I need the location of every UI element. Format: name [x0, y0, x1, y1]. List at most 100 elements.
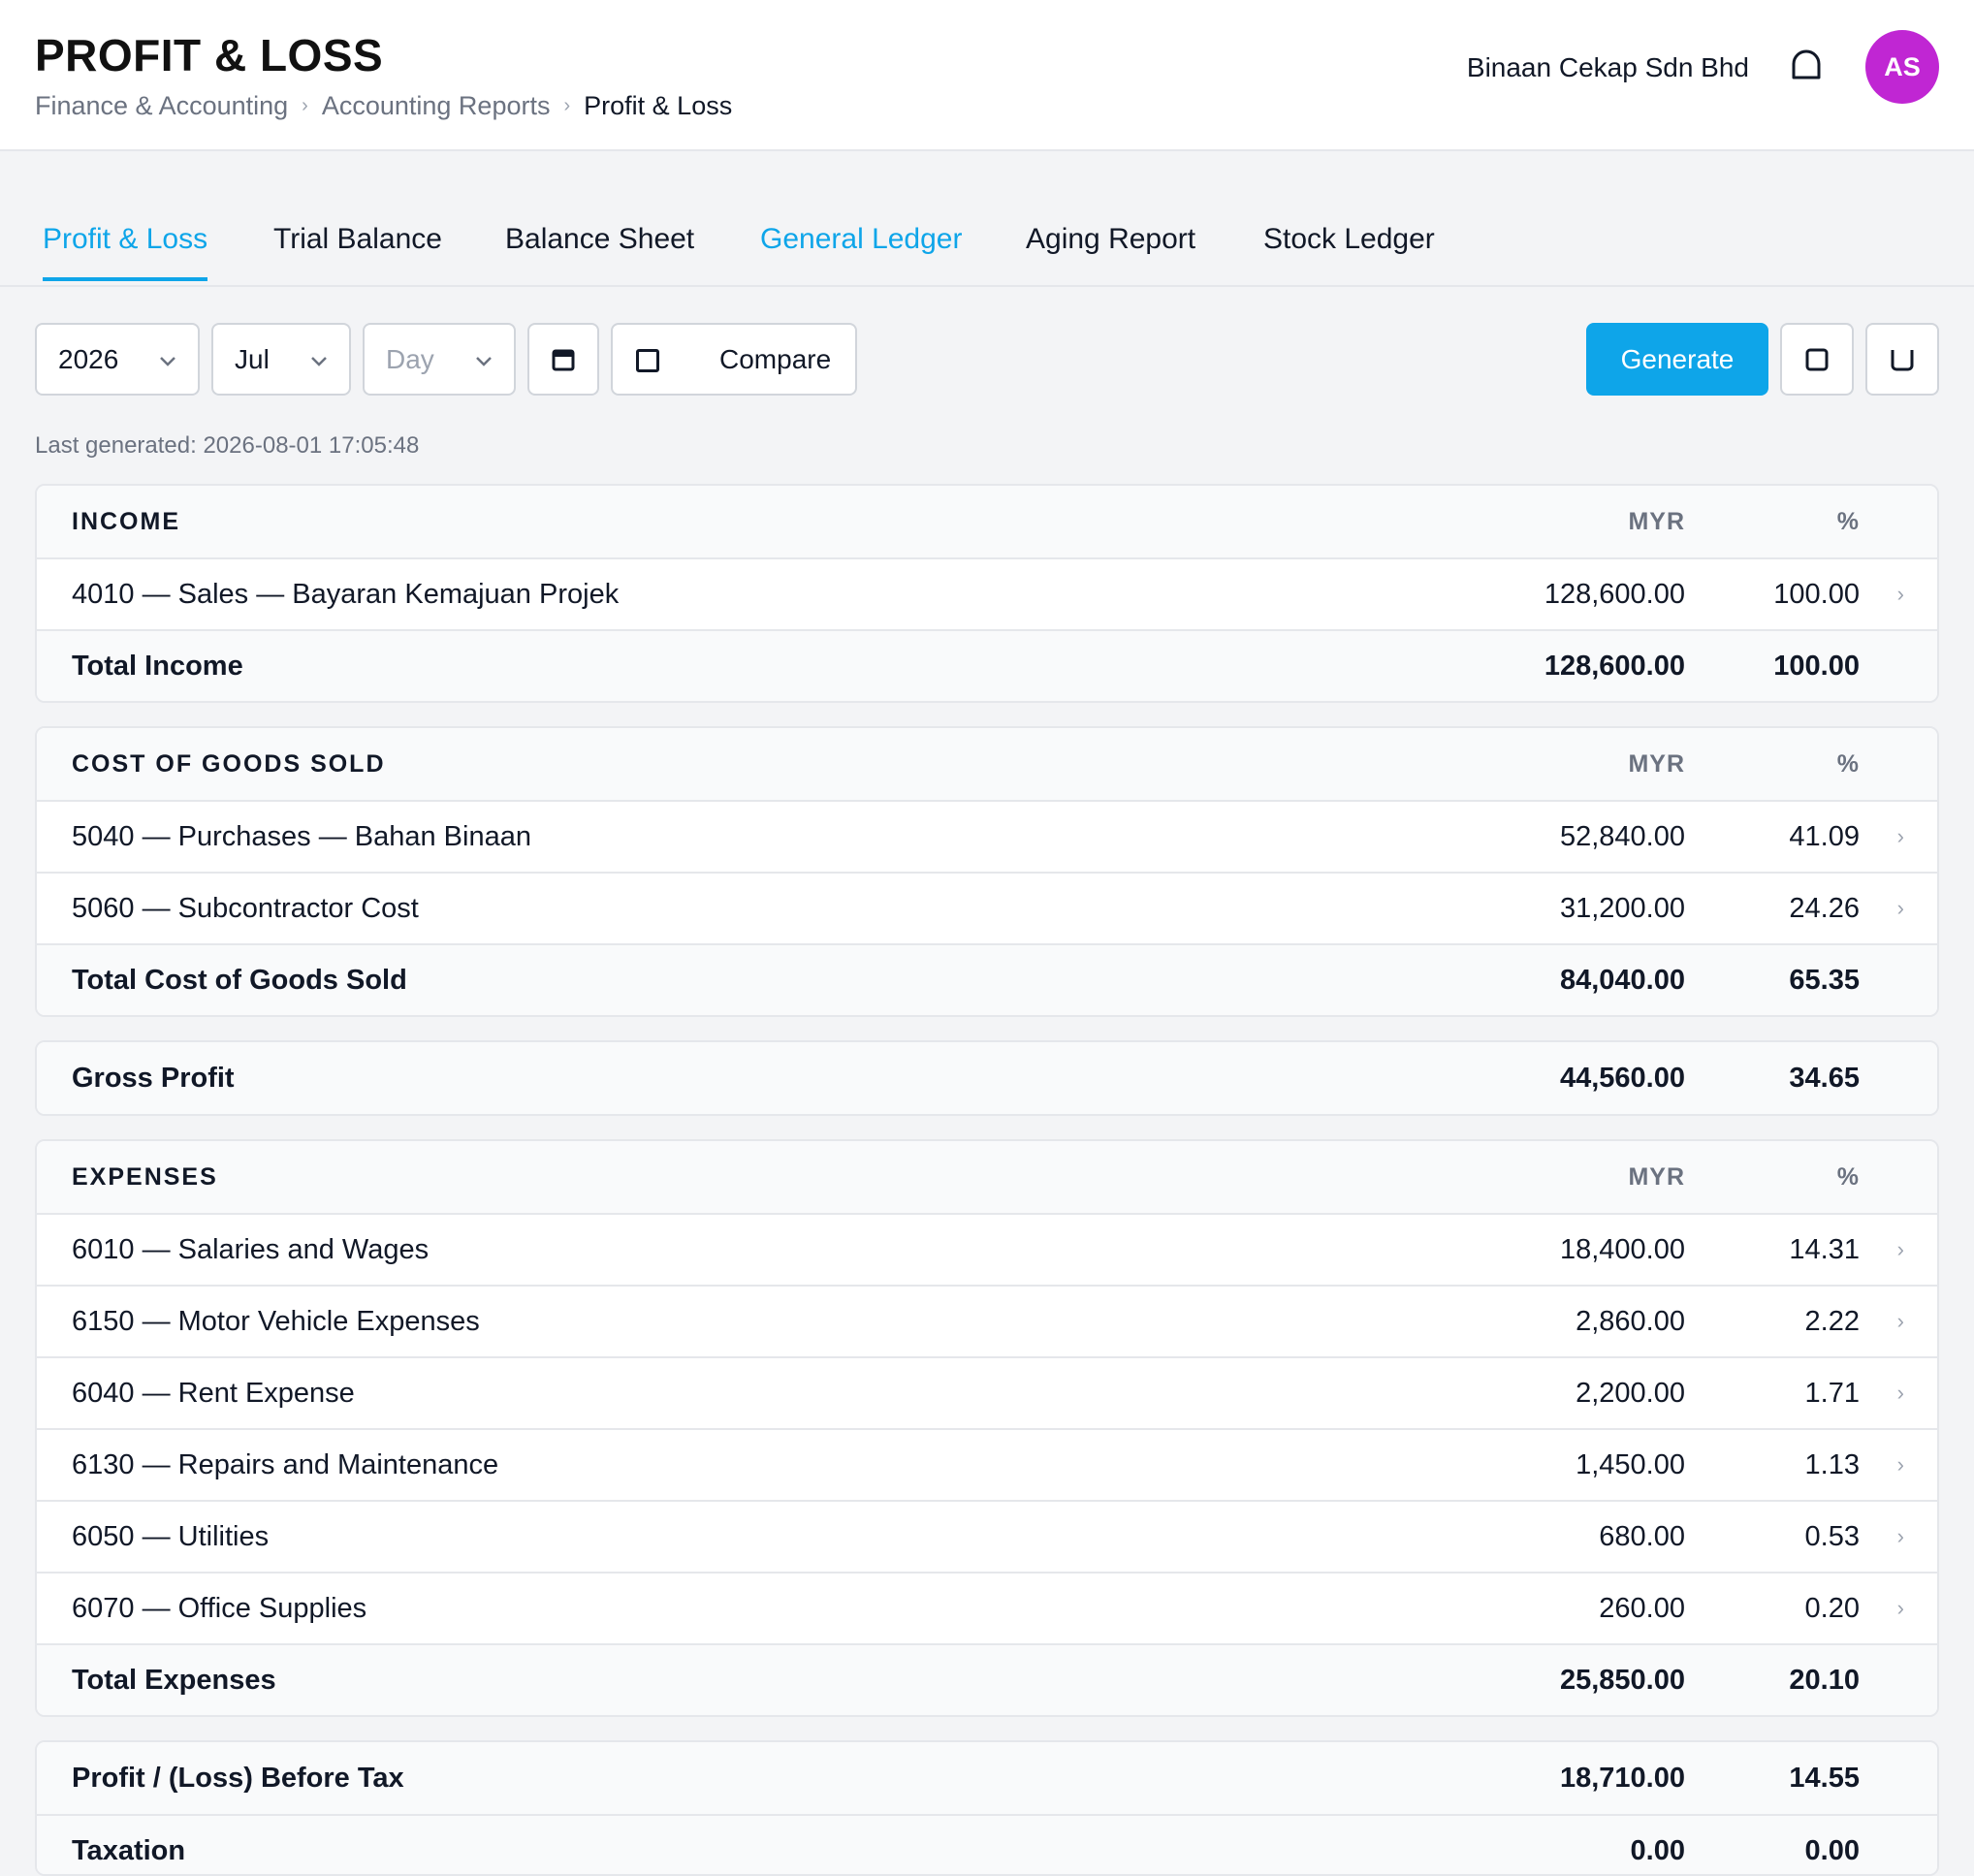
generate-button[interactable]: Generate	[1586, 323, 1768, 396]
column-header-amount: MYR	[1628, 1162, 1685, 1191]
table-row[interactable]: 6150 — Motor Vehicle Expenses 2,860.00 2…	[37, 1285, 1937, 1356]
chevron-down-icon	[160, 357, 175, 366]
profit-before-tax-section: Profit / (Loss) Before Tax 18,710.00 14.…	[35, 1740, 1939, 1876]
total-row: Total Cost of Goods Sold 84,040.00 65.35	[37, 943, 1937, 1015]
account-label: 6070 — Office Supplies	[72, 1592, 367, 1624]
percent-cell: 2.22	[1804, 1305, 1860, 1337]
day-select[interactable]: Day	[363, 323, 516, 396]
checkbox-icon[interactable]	[636, 349, 659, 372]
chevron-right-icon[interactable]: ›	[1897, 1237, 1904, 1262]
percent-cell: 0.20	[1804, 1592, 1860, 1624]
compare-label: Compare	[719, 343, 832, 374]
chevron-right-icon[interactable]: ›	[1897, 582, 1904, 607]
column-header-amount: MYR	[1628, 507, 1685, 535]
total-percent: 65.35	[1789, 964, 1860, 996]
chevron-right-icon[interactable]: ›	[1897, 1452, 1904, 1478]
table-row[interactable]: 6040 — Rent Expense 2,200.00 1.71 ›	[37, 1356, 1937, 1428]
table-row[interactable]: 6050 — Utilities 680.00 0.53 ›	[37, 1500, 1937, 1572]
taxation-label: Taxation	[72, 1834, 186, 1866]
chevron-right-icon[interactable]: ›	[1897, 1309, 1904, 1334]
bell-icon[interactable]	[1790, 48, 1823, 83]
month-select[interactable]: Jul	[211, 323, 351, 396]
account-label: 6050 — Utilities	[72, 1520, 270, 1552]
total-amount: 25,850.00	[1559, 1664, 1685, 1696]
breadcrumb: Finance & Accounting › Accounting Report…	[35, 91, 732, 121]
breadcrumb-item-current: Profit & Loss	[584, 91, 733, 120]
total-label: Total Expenses	[72, 1664, 276, 1696]
profit-before-tax-label: Profit / (Loss) Before Tax	[72, 1762, 404, 1794]
section-header: EXPENSES MYR %	[37, 1141, 1937, 1213]
account-label: 5040 — Purchases — Bahan Binaan	[72, 820, 531, 852]
taxation-percent: 0.00	[1804, 1834, 1860, 1866]
calendar-icon	[552, 349, 575, 370]
amount-cell: 18,400.00	[1559, 1233, 1685, 1265]
amount-cell: 260.00	[1599, 1592, 1685, 1624]
amount-cell: 2,200.00	[1576, 1377, 1685, 1409]
percent-cell: 14.31	[1789, 1233, 1860, 1265]
chevron-down-icon	[311, 357, 327, 366]
table-row[interactable]: 6070 — Office Supplies 260.00 0.20 ›	[37, 1572, 1937, 1643]
breadcrumb-item-finance[interactable]: Finance & Accounting	[35, 91, 288, 121]
table-row[interactable]: 5060 — Subcontractor Cost 31,200.00 24.2…	[37, 872, 1937, 943]
print-button[interactable]	[1865, 323, 1939, 396]
year-select[interactable]: 2026	[35, 323, 200, 396]
table-row[interactable]: 4010 — Sales — Bayaran Kemajuan Projek 1…	[37, 557, 1937, 629]
column-header-amount: MYR	[1628, 749, 1685, 778]
gross-profit-amount: 44,560.00	[1559, 1062, 1685, 1094]
chevron-right-icon[interactable]: ›	[1897, 896, 1904, 921]
tab-general-ledger[interactable]: General Ledger	[760, 223, 962, 277]
tab-balance-sheet[interactable]: Balance Sheet	[505, 223, 694, 277]
breadcrumb-separator-icon: ›	[563, 95, 571, 116]
tab-trial-balance[interactable]: Trial Balance	[273, 223, 442, 277]
section-header: INCOME MYR %	[37, 486, 1937, 557]
square-icon	[1805, 348, 1829, 370]
tab-aging-report[interactable]: Aging Report	[1026, 223, 1195, 277]
column-header-percent: %	[1836, 749, 1860, 778]
table-row[interactable]: 5040 — Purchases — Bahan Binaan 52,840.0…	[37, 800, 1937, 872]
amount-cell: 52,840.00	[1559, 820, 1685, 852]
total-percent: 100.00	[1773, 650, 1860, 682]
amount-cell: 31,200.00	[1559, 892, 1685, 924]
month-value: Jul	[235, 343, 270, 374]
chevron-right-icon[interactable]: ›	[1897, 1524, 1904, 1549]
total-label: Total Cost of Goods Sold	[72, 964, 407, 996]
percent-cell: 24.26	[1789, 892, 1860, 924]
tab-profit-loss[interactable]: Profit & Loss	[43, 223, 208, 281]
breadcrumb-item-reports[interactable]: Accounting Reports	[322, 91, 551, 121]
chevron-right-icon[interactable]: ›	[1897, 824, 1904, 849]
compare-toggle[interactable]: Compare	[611, 323, 857, 396]
section-heading: EXPENSES	[72, 1162, 218, 1191]
section-heading: COST OF GOODS SOLD	[72, 749, 386, 778]
cogs-section: COST OF GOODS SOLD MYR % 5040 — Purchase…	[35, 726, 1939, 1017]
date-picker-button[interactable]	[527, 323, 599, 396]
total-label: Total Income	[72, 650, 243, 682]
account-label: 6010 — Salaries and Wages	[72, 1233, 430, 1265]
export-button[interactable]	[1780, 323, 1854, 396]
total-percent: 20.10	[1789, 1664, 1860, 1696]
app-header: PROFIT & LOSS Finance & Accounting › Acc…	[0, 0, 1974, 151]
tray-icon	[1891, 349, 1914, 370]
tab-stock-ledger[interactable]: Stock Ledger	[1263, 223, 1435, 277]
gross-profit-section: Gross Profit 44,560.00 34.65	[35, 1040, 1939, 1116]
year-value: 2026	[58, 343, 119, 374]
avatar[interactable]: AS	[1865, 30, 1939, 104]
taxation-amount: 0.00	[1630, 1834, 1685, 1866]
report-tabs: Profit & Loss Trial Balance Balance Shee…	[0, 151, 1974, 287]
amount-cell: 128,600.00	[1544, 578, 1685, 610]
gross-profit-label: Gross Profit	[72, 1062, 235, 1094]
total-row: Total Expenses 25,850.00 20.10	[37, 1643, 1937, 1715]
chevron-right-icon[interactable]: ›	[1897, 1596, 1904, 1621]
chevron-right-icon[interactable]: ›	[1897, 1381, 1904, 1406]
account-label: 6130 — Repairs and Maintenance	[72, 1448, 499, 1480]
total-amount: 84,040.00	[1559, 964, 1685, 996]
percent-cell: 0.53	[1804, 1520, 1860, 1552]
amount-cell: 2,860.00	[1576, 1305, 1685, 1337]
breadcrumb-separator-icon: ›	[302, 95, 308, 116]
gross-profit-percent: 34.65	[1789, 1062, 1860, 1094]
total-row: Total Income 128,600.00 100.00	[37, 629, 1937, 701]
table-row[interactable]: 6010 — Salaries and Wages 18,400.00 14.3…	[37, 1213, 1937, 1285]
percent-cell: 100.00	[1773, 578, 1860, 610]
company-name[interactable]: Binaan Cekap Sdn Bhd	[1467, 52, 1749, 83]
chevron-down-icon	[476, 357, 492, 366]
table-row[interactable]: 6130 — Repairs and Maintenance 1,450.00 …	[37, 1428, 1937, 1500]
